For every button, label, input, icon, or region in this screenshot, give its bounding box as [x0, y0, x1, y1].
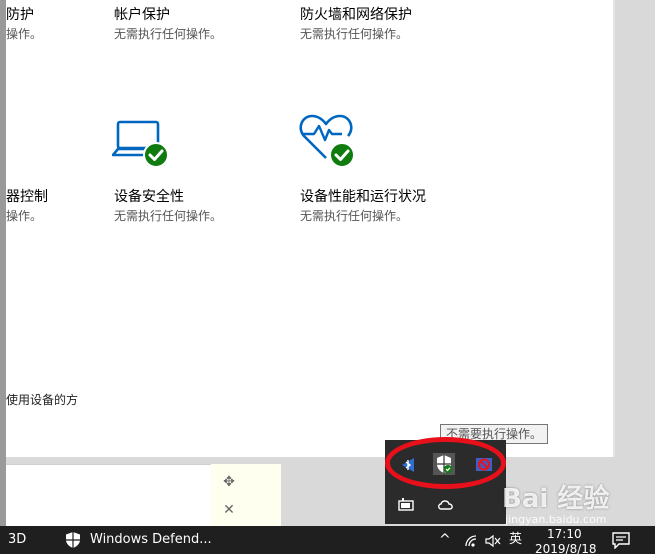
tile-status: 无需执行任何操作。 [114, 27, 223, 41]
baidu-watermark-url: jingyan.baidu.com [505, 513, 607, 526]
tile-device-performance[interactable]: 设备性能和运行状况 无需执行任何操作。 [300, 188, 426, 224]
tile-title: 设备性能和运行状况 [300, 189, 426, 205]
tile-status: 无需执行任何操作。 [114, 209, 223, 223]
tile-status: 使用设备的方 [6, 393, 79, 407]
blocked-app-icon[interactable] [473, 454, 495, 476]
baidu-watermark: Bai 经验 [502, 484, 610, 514]
tray-overflow-flyout [385, 440, 506, 524]
clock-time: 17:10 [547, 527, 582, 541]
move-icon[interactable]: ✥ [219, 474, 239, 490]
tile-status: 无需执行任何操作。 [300, 27, 409, 41]
chevron-up-icon[interactable]: ^ [439, 526, 451, 554]
notification-center-icon[interactable] [611, 531, 631, 553]
bluetooth-icon[interactable] [397, 454, 419, 476]
tile-firewall-network[interactable]: 防火墙和网络保护 无需执行任何操作。 [300, 6, 412, 42]
ime-indicator[interactable]: 英 [509, 526, 522, 554]
background-window-sidebar: ✥ ✕ [211, 464, 281, 526]
tile-status: 操作。 [6, 27, 43, 41]
close-icon[interactable]: ✕ [219, 502, 239, 518]
heart-pulse-check-icon [298, 112, 362, 174]
laptop-check-icon [111, 118, 174, 174]
tile-device-security[interactable]: 设备安全性 无需执行任何操作。 [114, 188, 222, 224]
taskbar-app-windows-defender[interactable]: Windows Defend... [57, 526, 217, 554]
tile-title: 防护 [6, 7, 34, 23]
tile-title: 防火墙和网络保护 [300, 7, 412, 23]
right-window-edge [613, 0, 615, 457]
tile-status: 操作。 [6, 209, 43, 223]
shield-icon [65, 531, 81, 553]
tile-account-protection[interactable]: 帐户保护 无需执行任何操作。 [114, 6, 222, 42]
taskbar-app-label: Windows Defend... [90, 532, 212, 547]
taskbar: 3D Windows Defend... ^ 英 17:10 2019/8/18 [0, 526, 655, 554]
tile-status: 无需执行任何操作。 [300, 209, 409, 223]
security-shield-icon[interactable] [433, 453, 455, 475]
tile-title: 帐户保护 [114, 7, 170, 23]
clock[interactable]: 17:10 2019/8/18 [533, 526, 601, 554]
tile-virus-protection[interactable]: 防护 操作。 [6, 6, 42, 42]
tile-title: 设备安全性 [114, 189, 184, 205]
tile-title: 器控制 [6, 189, 48, 205]
wifi-icon[interactable] [464, 533, 480, 552]
clock-date: 2019/8/18 [535, 542, 597, 554]
windows-security-window: 防护 操作。 帐户保护 无需执行任何操作。 防火墙和网络保护 无需执行任何操作。… [6, 0, 613, 457]
background-window-panel [6, 464, 211, 526]
battery-icon[interactable] [395, 494, 417, 516]
cloud-sync-icon[interactable] [435, 494, 457, 516]
tile-app-browser-control[interactable]: 器控制 操作。 [6, 188, 48, 224]
tile-family-options[interactable]: 使用设备的方 [6, 390, 78, 408]
volume-muted-icon[interactable] [484, 533, 502, 552]
taskbar-item-3d[interactable]: 3D [8, 526, 26, 554]
